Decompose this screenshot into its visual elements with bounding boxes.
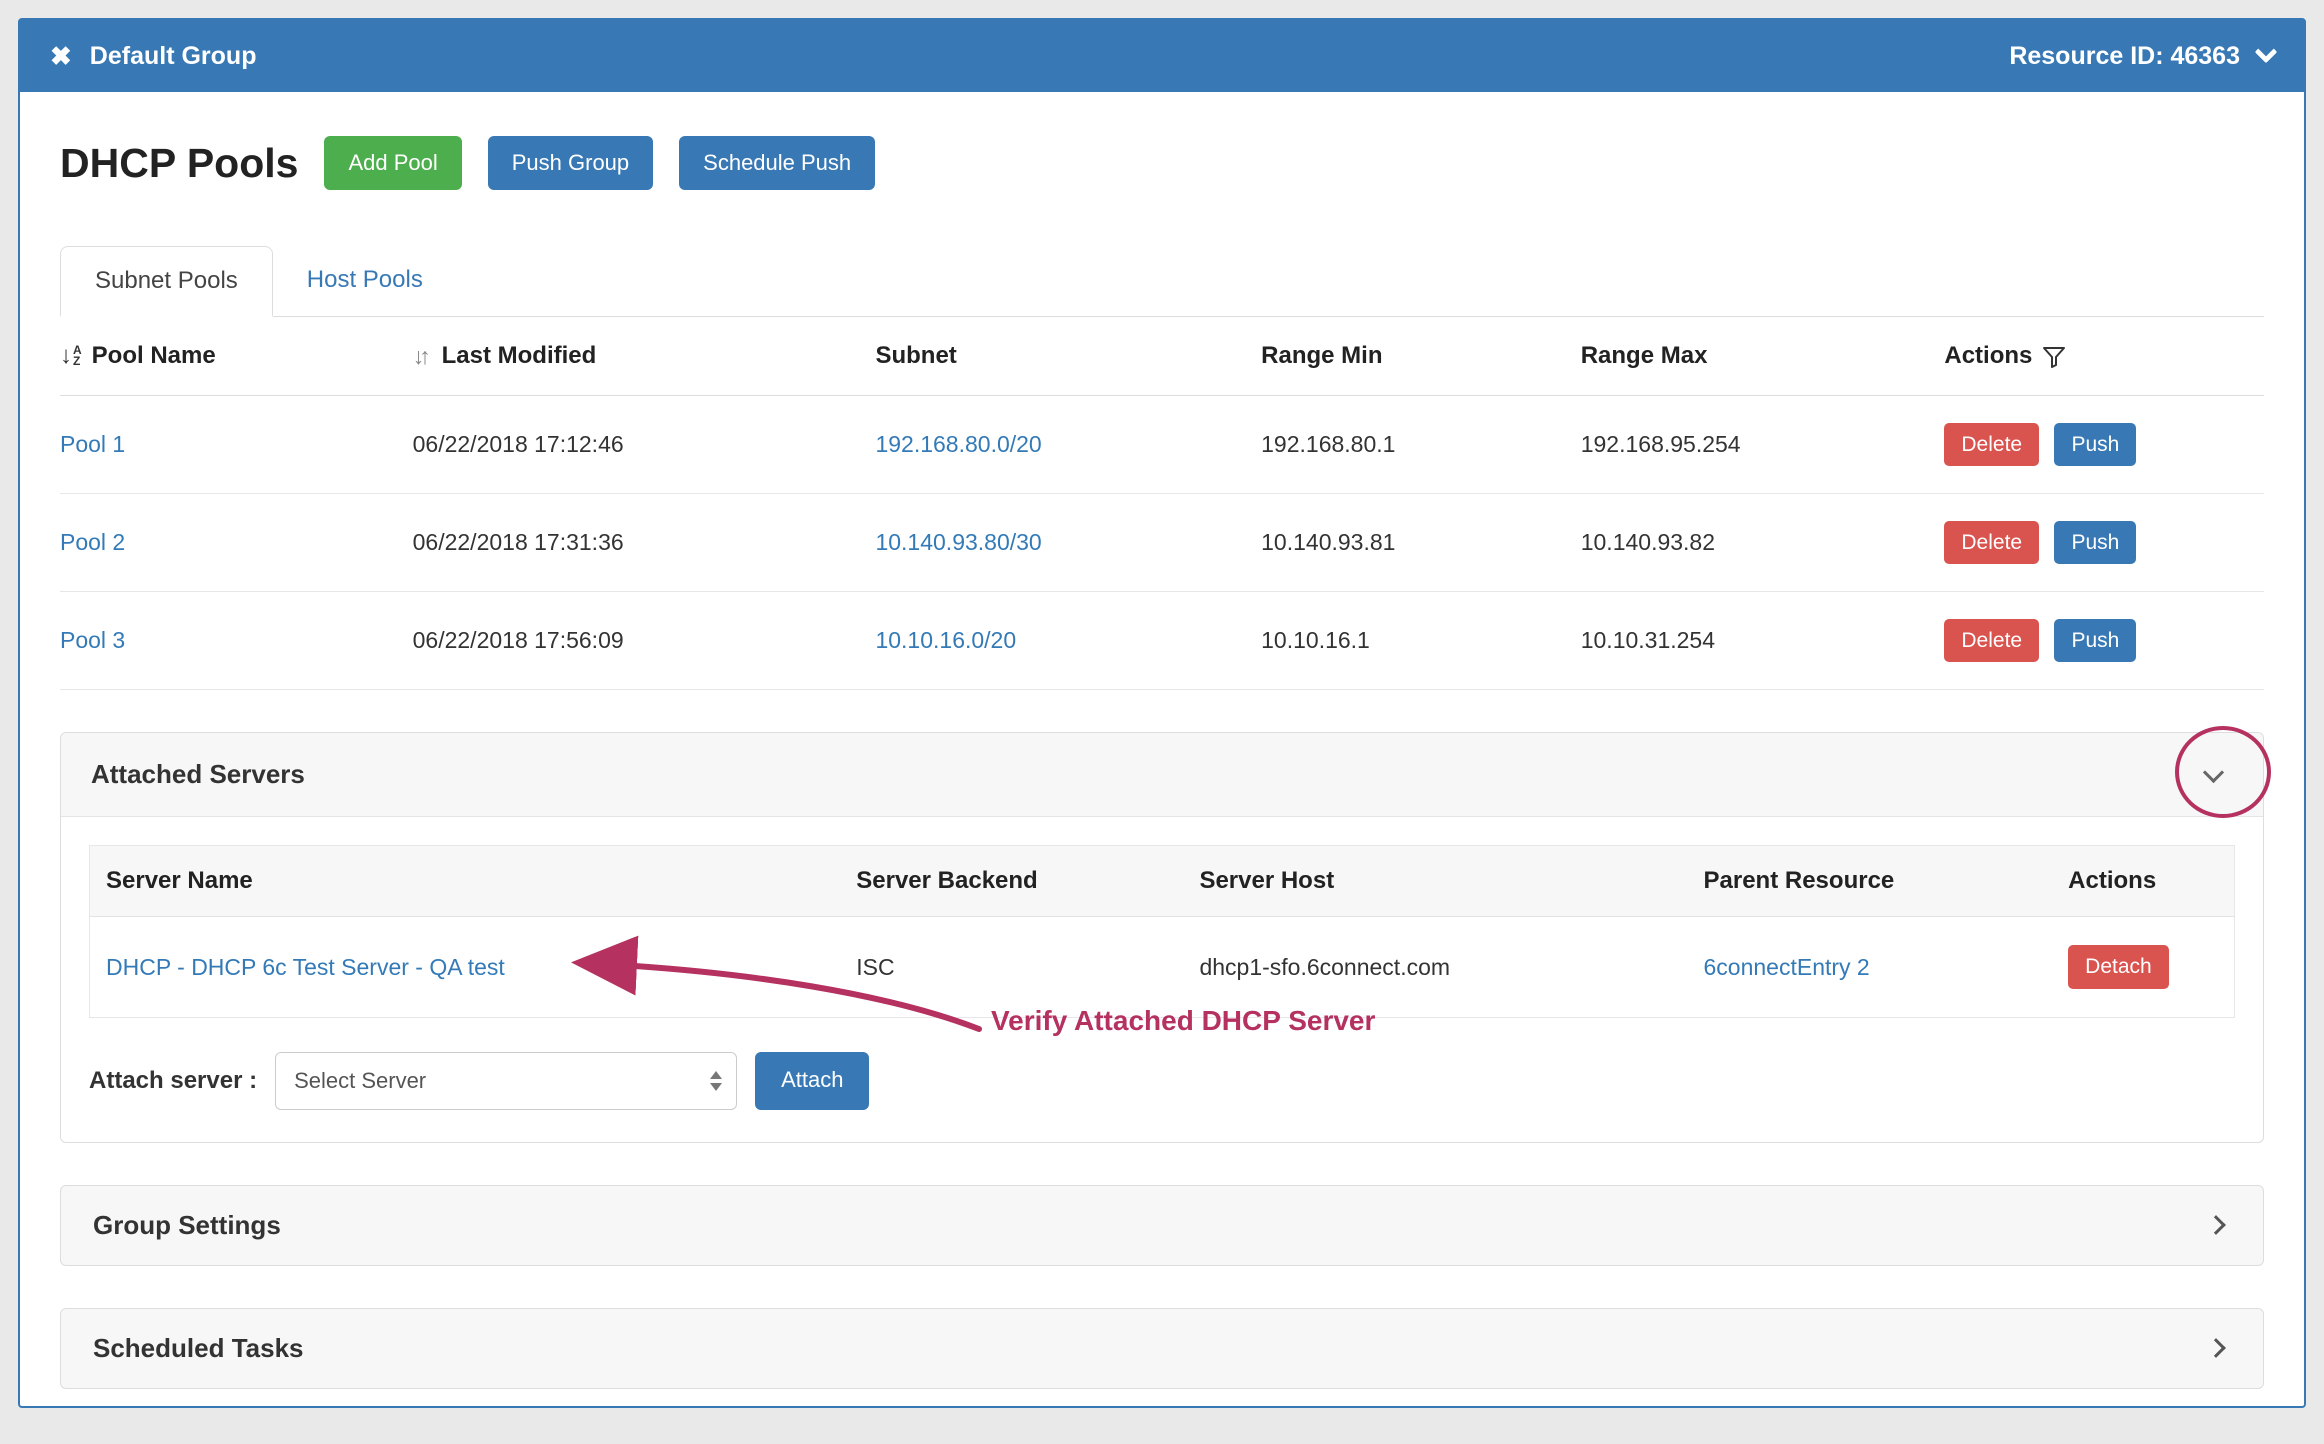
col-server-actions: Actions: [2052, 846, 2234, 917]
title-row: DHCP Pools Add Pool Push Group Schedule …: [60, 136, 2264, 190]
last-modified-value: 06/22/2018 17:31:36: [413, 494, 876, 592]
select-arrows-icon: [710, 1071, 722, 1091]
close-icon[interactable]: ✖: [50, 43, 72, 69]
server-row: DHCP - DHCP 6c Test Server - QA test ISC…: [90, 917, 2235, 1017]
delete-button[interactable]: Delete: [1944, 521, 2039, 564]
server-name-link[interactable]: DHCP - DHCP 6c Test Server - QA test: [106, 954, 505, 980]
chevron-down-icon: [2255, 41, 2278, 64]
server-host-value: dhcp1-sfo.6connect.com: [1183, 917, 1687, 1017]
sort-alpha-icon[interactable]: ↓ AZ: [60, 344, 82, 368]
resource-id-label: Resource ID: 46363: [2009, 42, 2240, 71]
push-button[interactable]: Push: [2054, 423, 2136, 466]
delete-button[interactable]: Delete: [1944, 619, 2039, 662]
group-header-bar: ✖ Default Group Resource ID: 46363: [20, 20, 2304, 92]
attach-server-label: Attach server :: [89, 1067, 257, 1095]
server-select-value: Select Server: [294, 1068, 426, 1094]
group-title: Default Group: [90, 42, 257, 71]
table-row: Pool 1 06/22/2018 17:12:46 192.168.80.0/…: [60, 396, 2264, 494]
servers-table: Server Name Server Backend Server Host P…: [89, 845, 2235, 1017]
attach-server-row: Attach server : Select Server Attach: [89, 1052, 2235, 1110]
last-modified-value: 06/22/2018 17:12:46: [413, 396, 876, 494]
push-button[interactable]: Push: [2054, 619, 2136, 662]
subnet-link[interactable]: 10.10.16.0/20: [875, 627, 1016, 653]
delete-button[interactable]: Delete: [1944, 423, 2039, 466]
range-max-value: 192.168.95.254: [1581, 396, 1945, 494]
attached-servers-panel: Attached Servers Server Name Server Back…: [60, 732, 2264, 1142]
scheduled-tasks-panel[interactable]: Scheduled Tasks: [60, 1308, 2264, 1389]
pools-tabs: Subnet Pools Host Pools: [60, 246, 2264, 317]
range-min-value: 10.10.16.1: [1261, 592, 1581, 690]
pool-link[interactable]: Pool 3: [60, 627, 125, 653]
page: { "colors": { "header_blue": "#3879b5", …: [0, 18, 2324, 1444]
range-max-value: 10.140.93.82: [1581, 494, 1945, 592]
group-header-left: ✖ Default Group: [50, 42, 256, 71]
group-settings-title: Group Settings: [93, 1210, 281, 1241]
subnet-link[interactable]: 10.140.93.80/30: [875, 529, 1041, 555]
col-server-host: Server Host: [1183, 846, 1687, 917]
col-last-modified: Last Modified: [442, 342, 597, 370]
panel-content: DHCP Pools Add Pool Push Group Schedule …: [20, 136, 2304, 1429]
pools-table: ↓ AZ Pool Name ↓↑ Last Modified Subnet: [60, 317, 2264, 690]
chevron-right-icon: [2206, 1338, 2226, 1358]
last-modified-value: 06/22/2018 17:56:09: [413, 592, 876, 690]
table-row: Pool 2 06/22/2018 17:31:36 10.140.93.80/…: [60, 494, 2264, 592]
group-settings-panel[interactable]: Group Settings: [60, 1185, 2264, 1266]
push-group-button[interactable]: Push Group: [488, 136, 653, 190]
col-actions: Actions: [1944, 342, 2032, 370]
detach-button[interactable]: Detach: [2068, 945, 2169, 988]
pool-link[interactable]: Pool 2: [60, 529, 125, 555]
col-pool-name: Pool Name: [92, 342, 216, 370]
col-server-backend: Server Backend: [840, 846, 1183, 917]
attach-button[interactable]: Attach: [755, 1052, 869, 1110]
range-max-value: 10.10.31.254: [1581, 592, 1945, 690]
push-button[interactable]: Push: [2054, 521, 2136, 564]
attached-servers-title: Attached Servers: [91, 759, 305, 789]
col-range-min: Range Min: [1261, 342, 1382, 369]
add-pool-button[interactable]: Add Pool: [324, 136, 461, 190]
subnet-link[interactable]: 192.168.80.0/20: [875, 431, 1041, 457]
table-row: Pool 3 06/22/2018 17:56:09 10.10.16.0/20…: [60, 592, 2264, 690]
attached-servers-body: Server Name Server Backend Server Host P…: [61, 817, 2263, 1141]
chevron-right-icon: [2206, 1215, 2226, 1235]
pool-link[interactable]: Pool 1: [60, 431, 125, 457]
col-parent-resource: Parent Resource: [1688, 846, 2053, 917]
default-group-panel: ✖ Default Group Resource ID: 46363 DHCP …: [18, 18, 2306, 1408]
col-range-max: Range Max: [1581, 342, 1708, 369]
parent-resource-link[interactable]: 6connectEntry 2: [1704, 954, 1870, 980]
col-server-name: Server Name: [90, 846, 841, 917]
filter-icon[interactable]: [2042, 345, 2066, 369]
servers-table-header-row: Server Name Server Backend Server Host P…: [90, 846, 2235, 917]
collapse-chevron-down-icon[interactable]: [2203, 762, 2224, 783]
col-subnet: Subnet: [875, 342, 956, 369]
range-min-value: 192.168.80.1: [1261, 396, 1581, 494]
range-min-value: 10.140.93.81: [1261, 494, 1581, 592]
resource-id-toggle[interactable]: Resource ID: 46363: [2009, 42, 2274, 71]
tab-host-pools[interactable]: Host Pools: [273, 246, 457, 316]
attached-servers-header[interactable]: Attached Servers: [61, 733, 2263, 817]
pools-table-header-row: ↓ AZ Pool Name ↓↑ Last Modified Subnet: [60, 317, 2264, 396]
tab-subnet-pools[interactable]: Subnet Pools: [60, 246, 273, 317]
scheduled-tasks-title: Scheduled Tasks: [93, 1333, 304, 1364]
schedule-push-button[interactable]: Schedule Push: [679, 136, 875, 190]
sort-updown-icon[interactable]: ↓↑: [413, 343, 432, 370]
page-title: DHCP Pools: [60, 140, 298, 187]
server-backend-value: ISC: [840, 917, 1183, 1017]
server-select[interactable]: Select Server: [275, 1052, 737, 1110]
